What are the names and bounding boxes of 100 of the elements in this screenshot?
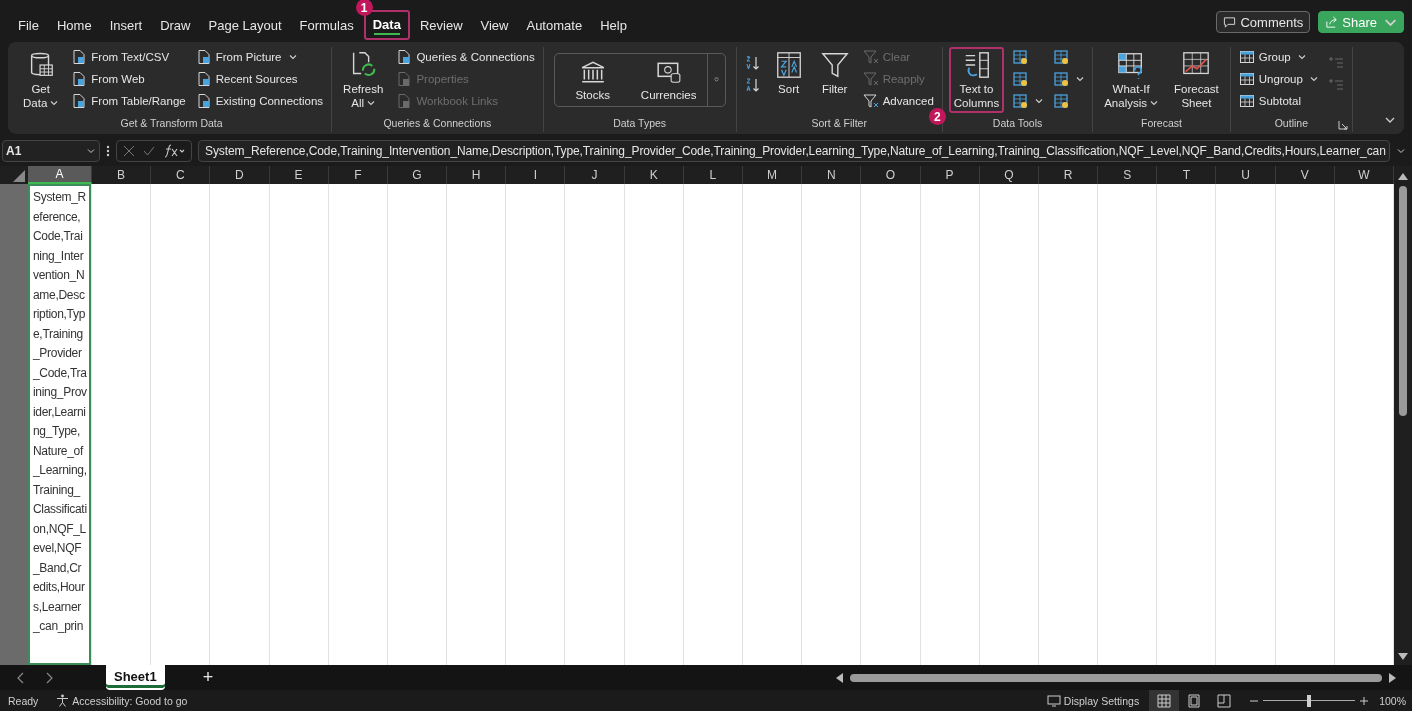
column-header[interactable]: R xyxy=(1038,166,1099,184)
column-header[interactable]: G xyxy=(387,166,448,184)
sheet-tab[interactable]: Sheet1 xyxy=(106,665,165,690)
ribbon-button[interactable]: Group xyxy=(1236,47,1320,67)
scroll-thumb[interactable] xyxy=(1399,186,1407,416)
document-icon xyxy=(396,71,413,87)
sort-descending-icon xyxy=(744,77,761,93)
monitor-icon xyxy=(1046,694,1061,707)
column-header[interactable]: N xyxy=(802,166,862,184)
ribbon-button[interactable]: Text to Columns xyxy=(948,47,1005,113)
more-icon xyxy=(713,76,719,84)
column-header[interactable]: K xyxy=(624,166,684,184)
column-header[interactable]: U xyxy=(1216,166,1276,184)
accessibility-status[interactable]: Accessibility: Good to go xyxy=(56,694,188,707)
vertical-scrollbar[interactable] xyxy=(1394,166,1412,665)
column-header[interactable]: I xyxy=(506,166,566,184)
caret-icon xyxy=(1076,75,1085,83)
scroll-left-icon[interactable] xyxy=(836,672,844,683)
caret-icon xyxy=(367,99,376,107)
select-all-icon[interactable] xyxy=(13,170,25,182)
column-header[interactable]: V xyxy=(1275,166,1335,184)
menu-tab[interactable]: Automate xyxy=(518,12,591,40)
formula-field[interactable]: System_Reference,Code,Training_Intervention_Name,Description,Type,Training_Provider_Code,Training_Provider,Learning_Type,Nature_of_Learning,Training_Classification,NQF_Level,NQF_Band,Credits,Hours,Learner_can xyxy=(198,140,1390,162)
document-icon xyxy=(195,49,212,65)
filter-small-icon xyxy=(862,93,879,109)
menu-tab[interactable]: View xyxy=(472,12,517,40)
column-header[interactable]: S xyxy=(1098,166,1158,184)
scroll-up-icon[interactable] xyxy=(1398,172,1408,180)
scroll-right-icon[interactable] xyxy=(1388,672,1396,683)
column-header[interactable]: W xyxy=(1334,166,1394,184)
menu-tab[interactable]: Draw xyxy=(152,12,199,40)
ribbon-button[interactable]: Forecast Sheet xyxy=(1169,47,1224,113)
table-icon xyxy=(1238,71,1255,87)
group-label: Sort & Filter xyxy=(811,117,867,131)
document-icon xyxy=(396,93,413,109)
cancel-icon[interactable] xyxy=(123,145,135,157)
column-header[interactable]: B xyxy=(92,166,152,184)
gallery-item[interactable]: Currencies xyxy=(630,54,707,106)
document-icon xyxy=(71,49,88,65)
group-label: Data Types xyxy=(613,117,667,131)
outline-level-icon xyxy=(1327,55,1344,71)
column-header[interactable]: A xyxy=(28,166,92,184)
zoom-in-icon[interactable] xyxy=(1359,695,1370,706)
ribbon-button[interactable]: Advanced xyxy=(860,91,936,111)
menu-tab[interactable]: Insert xyxy=(101,12,151,40)
column-header[interactable]: J xyxy=(565,166,625,184)
scroll-down-icon[interactable] xyxy=(1398,653,1408,661)
column-header[interactable]: E xyxy=(269,166,329,184)
accessibility-icon xyxy=(56,694,70,707)
column-header[interactable]: O xyxy=(861,166,921,184)
column-header[interactable]: L xyxy=(683,166,743,184)
name-box[interactable]: A1 xyxy=(2,140,100,162)
check-icon[interactable] xyxy=(143,145,155,157)
add-sheet-button[interactable]: + xyxy=(196,666,220,689)
dialog-launcher-icon[interactable] xyxy=(1337,120,1348,130)
menu-tab[interactable]: Review xyxy=(411,12,471,40)
data-tool-icon xyxy=(1012,49,1029,65)
group-label: Queries & Connections xyxy=(383,117,492,131)
column-header[interactable]: D xyxy=(210,166,270,184)
ribbon-button[interactable]: Filter xyxy=(814,47,855,99)
column-header[interactable]: C xyxy=(151,166,211,184)
view-button[interactable] xyxy=(1149,690,1180,711)
menu-tab[interactable]: Help xyxy=(592,12,635,40)
horizontal-scrollbar[interactable] xyxy=(836,672,1396,683)
data-tool-icon xyxy=(1053,71,1070,87)
ribbon-button[interactable]: From Text/CSV xyxy=(69,47,188,67)
grid-icon xyxy=(1157,693,1172,708)
ribbon-button[interactable]: From Web xyxy=(69,69,188,89)
menu-tab[interactable]: File xyxy=(10,12,47,40)
column-header[interactable]: T xyxy=(1157,166,1217,184)
menu-tab[interactable]: Page Layout xyxy=(200,12,290,40)
table-cell[interactable]: System_Reference,Code,Training_Intervention_Name,Description,Type,Training_Provider_Code,Training_Provider,Learning_Type,Nature_of_Learning,Training_Classification,NQF_Level,NQF_Band,Credits,Hours,Learner_can_prin xyxy=(28,184,91,665)
column-header[interactable]: P xyxy=(920,166,980,184)
ribbon-button[interactable]: Refresh All xyxy=(338,47,389,113)
comment-icon xyxy=(1223,15,1237,29)
ribbon-button[interactable]: Ungroup xyxy=(1236,69,1320,89)
zoom-level[interactable]: 100% xyxy=(1379,694,1406,707)
ribbon-button[interactable]: Subtotal xyxy=(1236,91,1320,111)
menu-tab[interactable]: Home xyxy=(48,12,100,40)
ribbon-button[interactable]: Queries & Connections xyxy=(394,47,537,67)
group-label: Forecast xyxy=(1141,117,1182,131)
column-header[interactable]: H xyxy=(447,166,507,184)
data-tool-icon xyxy=(1012,93,1029,109)
ribbon-button[interactable]: Existing Connections xyxy=(193,91,326,111)
gallery-item[interactable]: Stocks xyxy=(554,54,631,106)
ribbon-button[interactable]: Sort xyxy=(768,47,809,99)
document-icon xyxy=(195,93,212,109)
ribbon-button[interactable]: Recent Sources xyxy=(193,69,326,89)
comments-button[interactable]: Comments xyxy=(1216,11,1311,33)
expand-icon[interactable] xyxy=(1396,146,1406,156)
callout-badge: 2 xyxy=(928,108,946,125)
ribbon-button[interactable]: From Table/Range xyxy=(69,91,188,111)
ribbon-button[interactable]: Get Data xyxy=(18,47,64,113)
function-icon[interactable] xyxy=(163,144,185,158)
ribbon-button[interactable]: From Picture xyxy=(193,47,326,67)
column-header[interactable]: Q xyxy=(979,166,1039,184)
column-header[interactable]: M xyxy=(743,166,803,184)
column-header[interactable]: F xyxy=(328,166,388,184)
ribbon-button[interactable]: What-If Analysis xyxy=(1099,47,1164,113)
display-settings-button[interactable]: Display Settings xyxy=(1046,694,1140,707)
